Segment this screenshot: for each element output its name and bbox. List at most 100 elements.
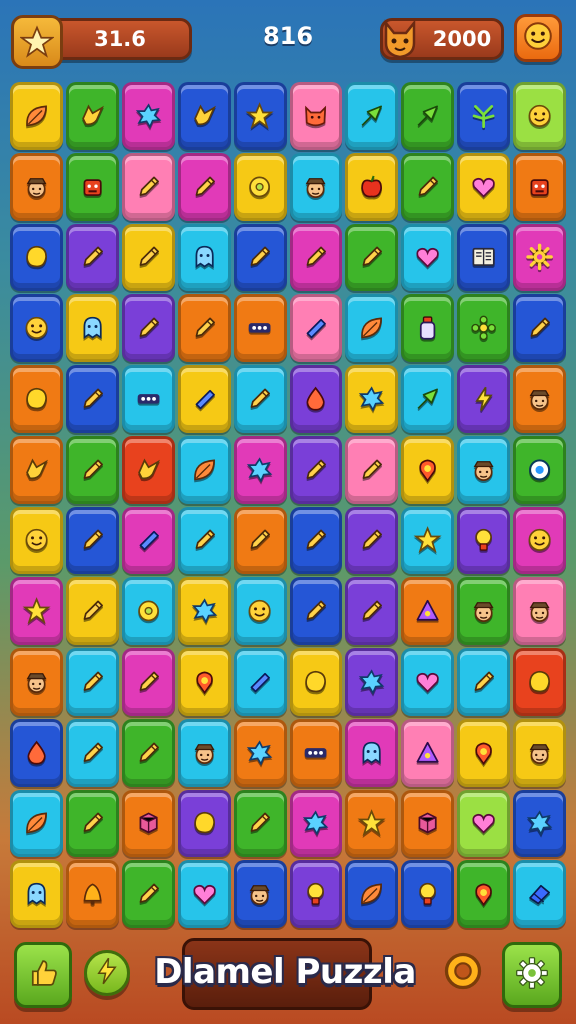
- tile[interactable]: [177, 223, 231, 292]
- tile[interactable]: [177, 82, 231, 150]
- tile[interactable]: [121, 152, 175, 221]
- tile[interactable]: [289, 365, 343, 433]
- tile[interactable]: [10, 506, 63, 575]
- tile[interactable]: [513, 152, 566, 221]
- tile[interactable]: [345, 223, 399, 292]
- tile[interactable]: [345, 648, 399, 716]
- tile[interactable]: [289, 860, 343, 928]
- lightning-button[interactable]: [84, 950, 130, 996]
- tile[interactable]: [121, 365, 175, 433]
- tile[interactable]: [177, 365, 231, 433]
- tile[interactable]: [457, 789, 511, 858]
- tile[interactable]: [177, 718, 231, 787]
- left-counter[interactable]: 31.6: [11, 15, 192, 69]
- tile[interactable]: [121, 860, 175, 928]
- tile[interactable]: [233, 506, 287, 575]
- tile[interactable]: [401, 577, 455, 645]
- tile[interactable]: [401, 648, 455, 716]
- tile[interactable]: [289, 435, 343, 504]
- tile[interactable]: [345, 577, 399, 645]
- tile[interactable]: [513, 294, 566, 362]
- tile[interactable]: [177, 152, 231, 221]
- tile[interactable]: [513, 223, 566, 292]
- tile[interactable]: [233, 435, 287, 504]
- tile[interactable]: [10, 648, 63, 716]
- tile[interactable]: [233, 648, 287, 716]
- tile[interactable]: [233, 860, 287, 928]
- tile[interactable]: [121, 648, 175, 716]
- tile[interactable]: [401, 365, 455, 433]
- tile[interactable]: [233, 789, 287, 858]
- tile[interactable]: [513, 789, 566, 858]
- tile[interactable]: [10, 789, 63, 858]
- tile[interactable]: [513, 365, 566, 433]
- tile[interactable]: [10, 577, 63, 645]
- tile[interactable]: [121, 223, 175, 292]
- tile[interactable]: [289, 718, 343, 787]
- tile[interactable]: [65, 152, 119, 221]
- tile[interactable]: [345, 718, 399, 787]
- tile[interactable]: [513, 82, 566, 150]
- tile[interactable]: [289, 223, 343, 292]
- tile[interactable]: [457, 860, 511, 928]
- tile[interactable]: [65, 294, 119, 362]
- tile[interactable]: [457, 648, 511, 716]
- tile[interactable]: [513, 577, 566, 645]
- tile[interactable]: [457, 223, 511, 292]
- tile[interactable]: [177, 789, 231, 858]
- tile[interactable]: [121, 577, 175, 645]
- tile[interactable]: [289, 577, 343, 645]
- tile[interactable]: [10, 152, 63, 221]
- tile[interactable]: [10, 365, 63, 433]
- tile[interactable]: [65, 365, 119, 433]
- tile[interactable]: [10, 718, 63, 787]
- tile[interactable]: [65, 718, 119, 787]
- tile[interactable]: [65, 648, 119, 716]
- tile[interactable]: [401, 860, 455, 928]
- tile[interactable]: [233, 294, 287, 362]
- tile[interactable]: [65, 860, 119, 928]
- tile[interactable]: [65, 506, 119, 575]
- tile[interactable]: [177, 435, 231, 504]
- tile[interactable]: [457, 82, 511, 150]
- smiley-button[interactable]: [514, 14, 562, 62]
- tile[interactable]: [233, 365, 287, 433]
- tile[interactable]: [457, 294, 511, 362]
- tile[interactable]: [177, 294, 231, 362]
- tile[interactable]: [401, 223, 455, 292]
- tile[interactable]: [345, 506, 399, 575]
- tile[interactable]: [233, 152, 287, 221]
- tile[interactable]: [65, 435, 119, 504]
- tile[interactable]: [345, 294, 399, 362]
- right-counter[interactable]: 2000: [380, 18, 504, 60]
- tile[interactable]: [289, 294, 343, 362]
- tile[interactable]: [121, 82, 175, 150]
- tile[interactable]: [401, 82, 455, 150]
- tile[interactable]: [401, 506, 455, 575]
- tile[interactable]: [121, 718, 175, 787]
- tile[interactable]: [289, 82, 343, 150]
- tile[interactable]: [233, 82, 287, 150]
- tile[interactable]: [10, 435, 63, 504]
- tile[interactable]: [513, 506, 566, 575]
- tile[interactable]: [289, 648, 343, 716]
- tile[interactable]: [401, 152, 455, 221]
- tile[interactable]: [401, 789, 455, 858]
- tile[interactable]: [401, 435, 455, 504]
- tile[interactable]: [457, 152, 511, 221]
- tile[interactable]: [121, 435, 175, 504]
- tile[interactable]: [121, 294, 175, 362]
- tile[interactable]: [345, 789, 399, 858]
- tile[interactable]: [401, 718, 455, 787]
- tile[interactable]: [233, 577, 287, 645]
- tile[interactable]: [177, 860, 231, 928]
- tile[interactable]: [10, 294, 63, 362]
- tile[interactable]: [65, 577, 119, 645]
- tile[interactable]: [177, 577, 231, 645]
- tile[interactable]: [177, 506, 231, 575]
- tile[interactable]: [513, 718, 566, 787]
- tile[interactable]: [345, 435, 399, 504]
- tile[interactable]: [513, 648, 566, 716]
- tile[interactable]: [457, 577, 511, 645]
- tile[interactable]: [513, 860, 566, 928]
